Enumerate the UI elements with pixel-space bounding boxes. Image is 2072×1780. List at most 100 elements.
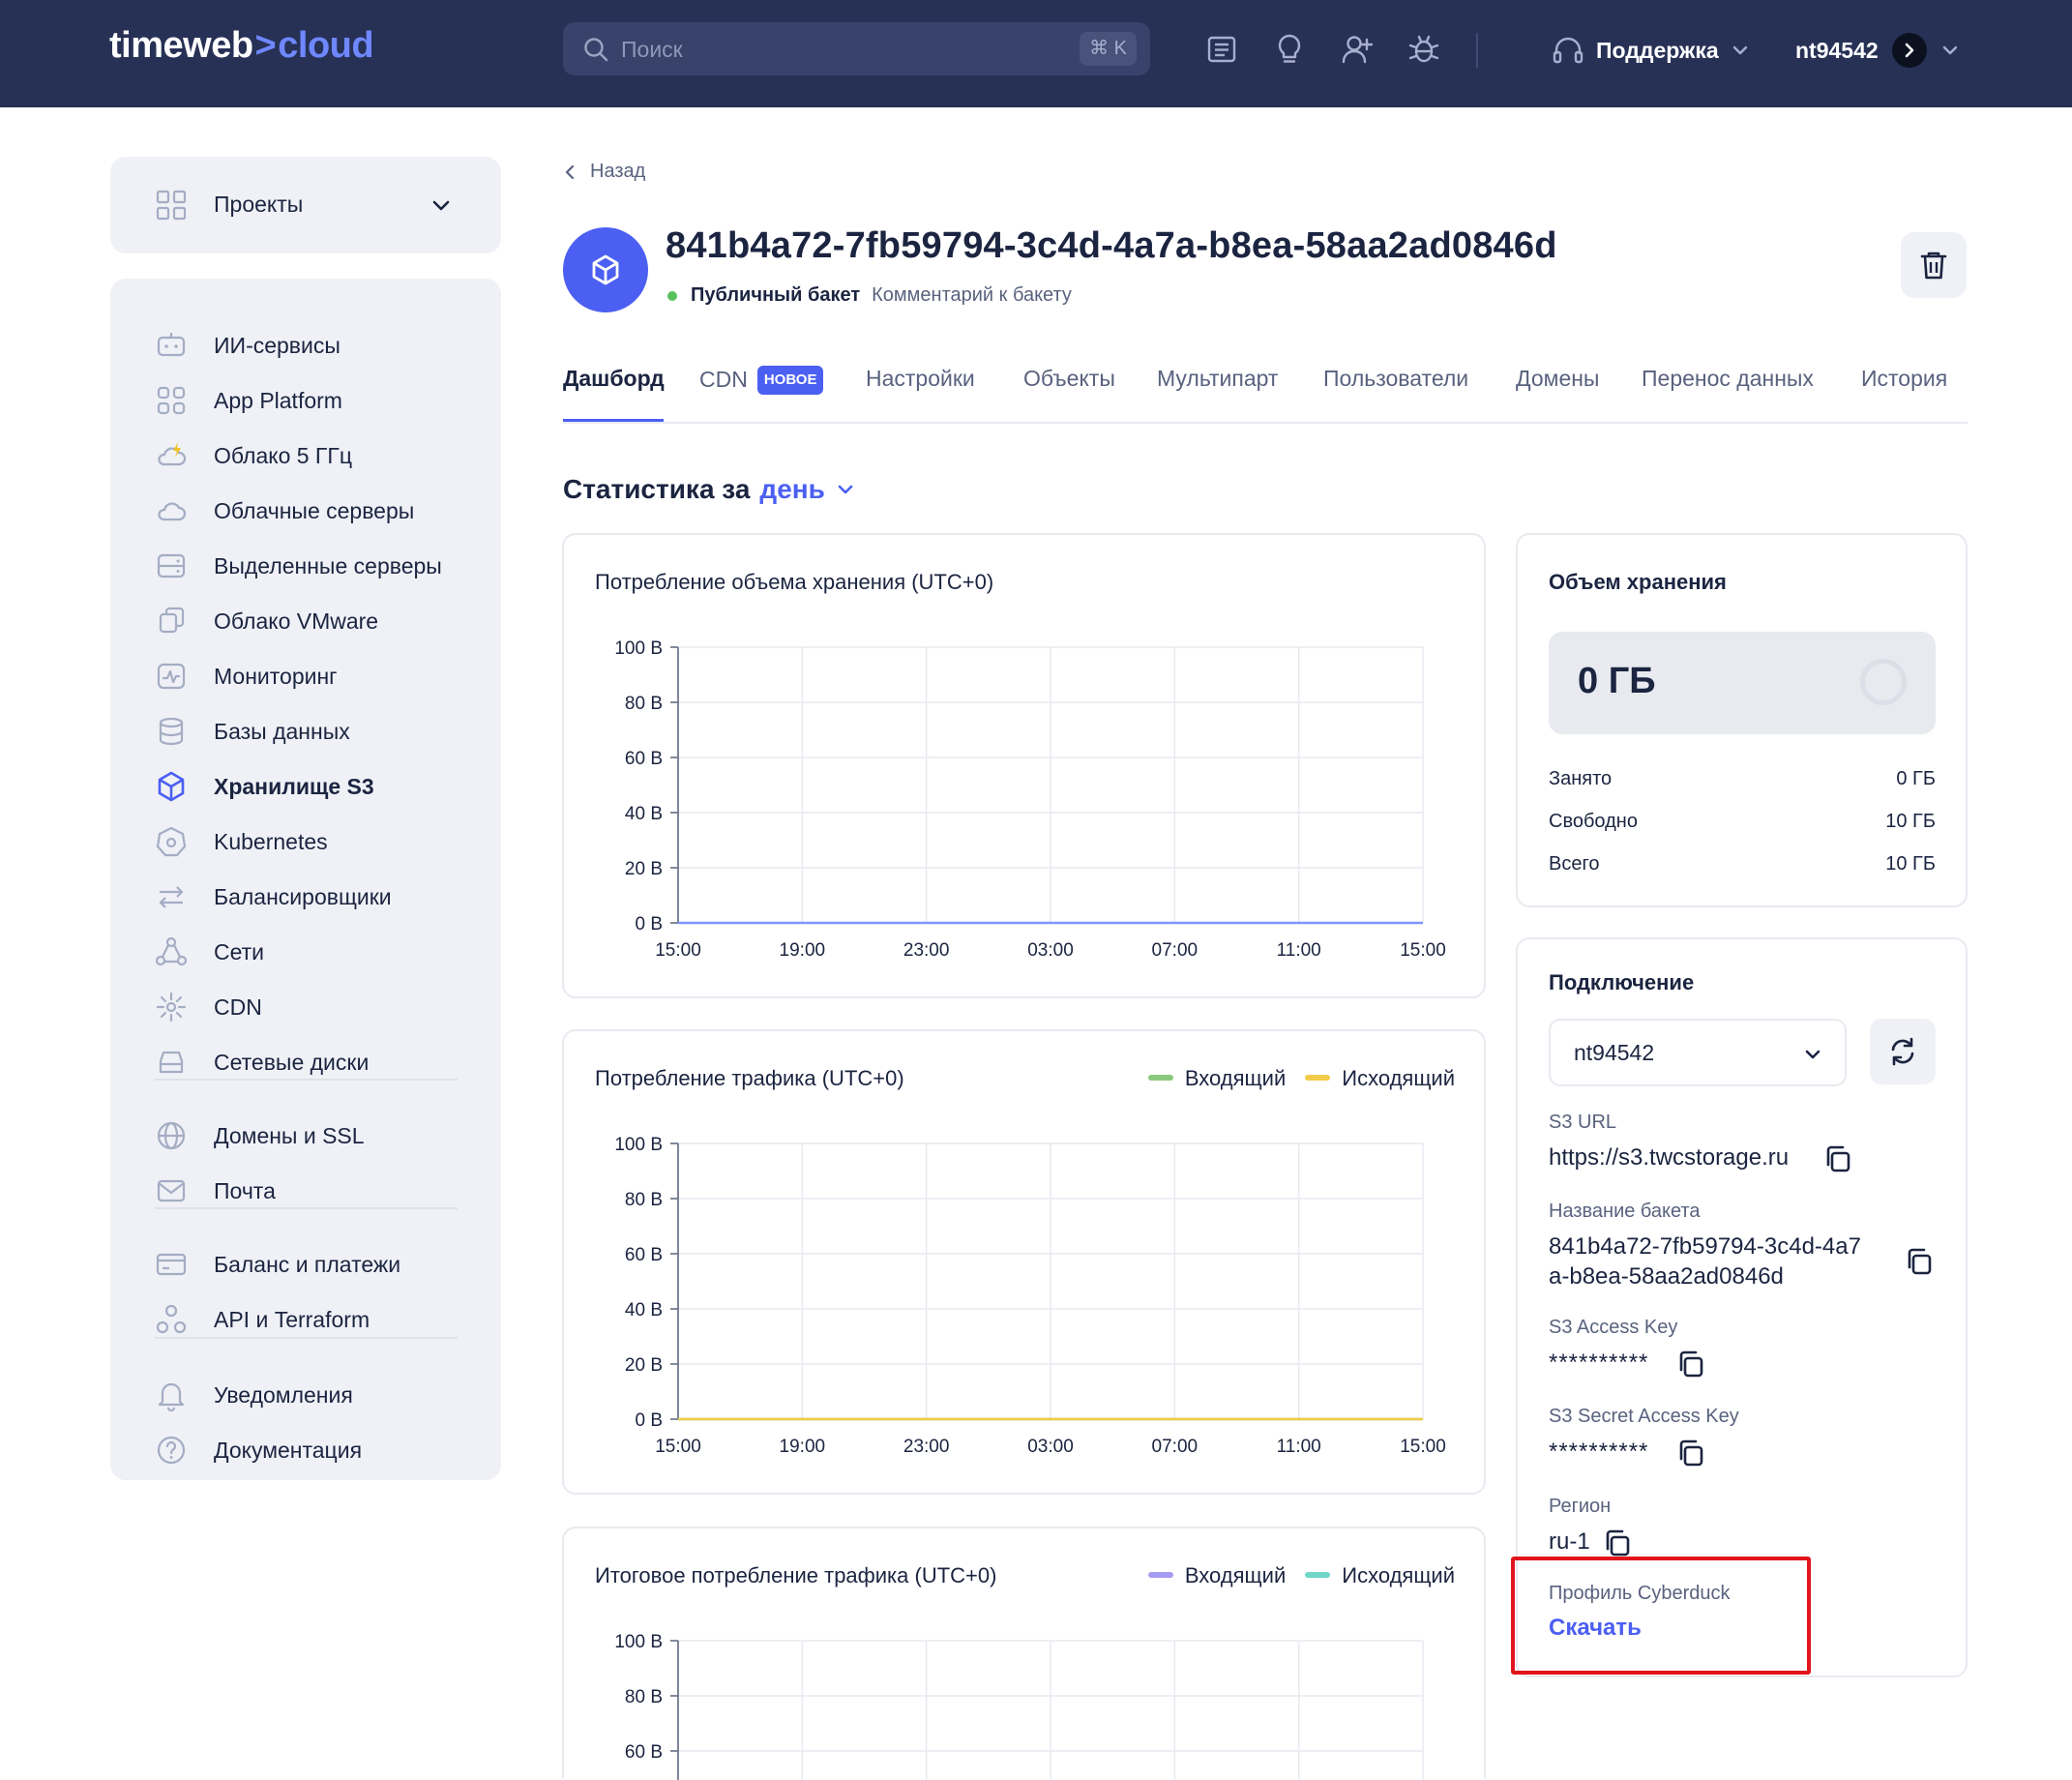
access-key-label: S3 Access Key: [1549, 1317, 1678, 1338]
x-axis-tick-label: 19:00: [780, 1437, 826, 1457]
sidebar-item-dedicated-servers[interactable]: Выделенные серверы: [155, 547, 442, 585]
selected-user: nt94542: [1574, 1040, 1655, 1065]
x-axis-tick-label: 15:00: [1400, 1437, 1446, 1457]
headset-icon: [1553, 37, 1584, 64]
back-label: Назад: [590, 161, 646, 182]
help-icon: [157, 1436, 186, 1465]
storage-row-label: Занято: [1549, 768, 1613, 789]
x-axis-tick-label: 23:00: [903, 1437, 950, 1457]
tab-users[interactable]: Пользователи: [1323, 366, 1468, 392]
storage-usage-ring: [1860, 659, 1907, 705]
tab-domains[interactable]: Домены: [1516, 366, 1599, 392]
refresh-keys-button[interactable]: [1870, 1019, 1936, 1084]
x-axis-tick-label: 15:00: [1400, 940, 1446, 961]
storage-row-value: 10 ГБ: [1885, 853, 1936, 875]
connection-user-select[interactable]: nt94542: [1549, 1019, 1847, 1086]
bucket-comment-link[interactable]: Комментарий к бакету: [872, 284, 1072, 307]
sidebar-item-domains-ssl[interactable]: Домены и SSL: [155, 1116, 365, 1155]
mail-icon: [157, 1179, 186, 1202]
sidebar-item-balancers[interactable]: Балансировщики: [155, 877, 392, 916]
chevron-down-icon: [432, 200, 450, 211]
y-axis-tick-label: 100 B: [614, 1135, 663, 1155]
tab-multipart[interactable]: Мультипарт: [1157, 366, 1278, 392]
sidebar-item-network-disks[interactable]: Сетевые диски: [155, 1043, 369, 1082]
bucket-name-value-line1: 841b4a72-7fb59794-3c4d-4a7: [1549, 1233, 1861, 1260]
chevron-right-icon: [1905, 43, 1913, 58]
sidebar-item-billing[interactable]: Баланс и платежи: [155, 1245, 400, 1284]
tab-dashboard[interactable]: Дашборд: [563, 366, 665, 392]
sidebar-item-cloud-5ghz[interactable]: Облако 5 ГГц: [155, 436, 352, 475]
y-axis-tick-label: 0 B: [635, 1410, 663, 1431]
sidebar-item-s3-storage[interactable]: Хранилище S3: [155, 767, 374, 806]
logo-text-cloud: cloud: [278, 25, 374, 66]
sidebar-item-label: API и Terraform: [214, 1306, 370, 1332]
s3-url-value: https://s3.twcstorage.ru: [1549, 1144, 1790, 1171]
copy-icon[interactable]: [1676, 1439, 1705, 1468]
period-selector[interactable]: день: [759, 474, 824, 505]
statistics-title: Статистика за: [563, 474, 751, 504]
sidebar-item-api-terraform[interactable]: API и Terraform: [155, 1300, 370, 1339]
storage-usage-summary: 0 ГБ: [1549, 632, 1936, 734]
timeweb-cloud-logo[interactable]: timeweb>cloud: [109, 25, 374, 67]
sidebar-item-app-platform[interactable]: App Platform: [155, 381, 342, 420]
sidebar-item-databases[interactable]: Базы данных: [155, 712, 350, 751]
app-grid-icon: [157, 386, 186, 415]
logo-text-timeweb: timeweb: [109, 25, 253, 66]
delete-bucket-button[interactable]: [1901, 232, 1967, 298]
s3-cube-icon: [592, 254, 619, 285]
copy-icon[interactable]: [1905, 1247, 1934, 1276]
y-axis-tick-label: 80 B: [625, 1190, 663, 1210]
chevron-down-icon: [1732, 45, 1747, 55]
cloud-bolt-icon: [158, 442, 187, 466]
x-axis-tick-label: 11:00: [1277, 1437, 1321, 1457]
chevron-down-icon[interactable]: [835, 479, 856, 500]
tab-objects[interactable]: Объекты: [1023, 366, 1115, 392]
copy-icon[interactable]: [1676, 1350, 1705, 1379]
sidebar-item-label: ИИ-сервисы: [214, 332, 340, 358]
back-link[interactable]: Назад: [563, 161, 645, 183]
storage-volume-title: Объем хранения: [1549, 570, 1727, 594]
projects-selector[interactable]: Проекты: [110, 157, 501, 253]
chevron-down-icon: [1805, 1050, 1820, 1059]
sidebar-item-vmware[interactable]: Облако VMware: [155, 602, 378, 640]
y-axis-tick-label: 60 B: [625, 749, 663, 769]
y-axis-tick-label: 80 B: [625, 1687, 663, 1707]
sidebar-item-mail[interactable]: Почта: [155, 1172, 276, 1210]
sidebar-item-documentation[interactable]: Документация: [155, 1431, 362, 1469]
sidebar-item-label: Документация: [214, 1437, 363, 1463]
tab-history[interactable]: История: [1861, 366, 1947, 392]
copy-icon[interactable]: [1823, 1144, 1852, 1173]
storage-row-used: Занято 0 ГБ: [1549, 768, 1936, 790]
support-menu[interactable]: Поддержка: [1552, 33, 1750, 68]
database-icon: [159, 717, 184, 746]
sidebar-item-networks[interactable]: Сети: [155, 933, 264, 971]
refresh-icon: [1891, 1037, 1914, 1066]
sidebar-item-ai-services[interactable]: ИИ-сервисы: [155, 326, 340, 365]
storage-volume-card: Объем хранения 0 ГБ Занято 0 ГБ Свободно…: [1516, 533, 1968, 907]
user-arrow-button[interactable]: [1891, 33, 1927, 68]
news-icon[interactable]: [1205, 33, 1238, 66]
sidebar-item-notifications[interactable]: Уведомления: [155, 1376, 353, 1414]
copy-icon[interactable]: [1603, 1528, 1632, 1558]
x-axis-tick-label: 19:00: [780, 940, 826, 961]
sidebar-item-monitoring[interactable]: Мониторинг: [155, 657, 338, 696]
sidebar-item-label: Сетевые диски: [214, 1049, 370, 1075]
y-axis-tick-label: 20 B: [625, 859, 663, 879]
sidebar-item-cdn[interactable]: CDN: [155, 988, 262, 1026]
sidebar-item-kubernetes[interactable]: Kubernetes: [155, 822, 328, 861]
bucket-status-row: Публичный бакет Комментарий к бакету: [667, 284, 1072, 307]
global-search-box[interactable]: Поиск ⌘ K: [563, 22, 1150, 75]
tab-settings[interactable]: Настройки: [866, 366, 975, 392]
tab-cdn[interactable]: CDN НОВОЕ: [699, 366, 824, 395]
storage-row-label: Свободно: [1549, 811, 1638, 832]
sidebar-item-cloud-servers[interactable]: Облачные серверы: [155, 491, 414, 530]
ai-bot-icon: [157, 333, 186, 357]
server-icon: [157, 553, 186, 578]
traffic-chart: 100 B 80 B 60 B 40 B 20 B 0 B 15:00 19:00 23:00 0…: [614, 1135, 1446, 1457]
tab-data-migration[interactable]: Перенос данных: [1642, 366, 1814, 392]
bug-icon[interactable]: [1407, 33, 1440, 66]
sidebar-item-label: Kubernetes: [214, 828, 328, 854]
lightbulb-icon[interactable]: [1273, 33, 1306, 66]
user-account-menu[interactable]: nt94542: [1795, 32, 1960, 69]
add-user-icon[interactable]: [1341, 33, 1374, 66]
